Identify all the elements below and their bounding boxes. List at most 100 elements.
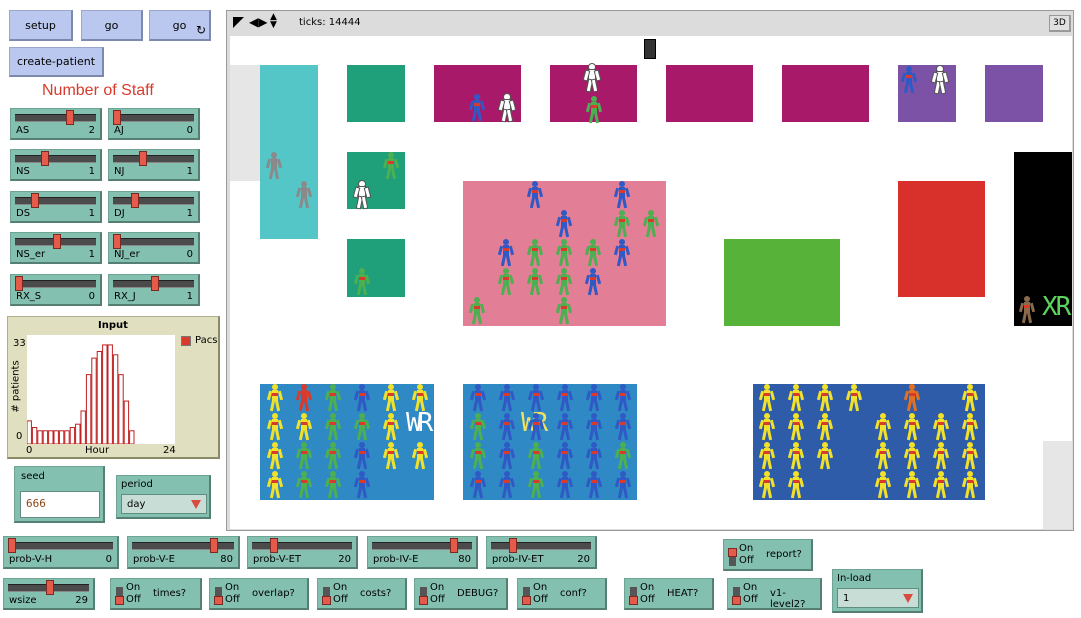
person-agent: [498, 384, 516, 412]
slider-prob-iv-et[interactable]: prob-IV-ET 20: [486, 536, 597, 569]
person-agent: [555, 268, 573, 296]
slider-value: 0: [88, 291, 95, 302]
histogram-bar: [118, 374, 124, 445]
world-canvas[interactable]: XR WR WR: [230, 36, 1072, 529]
slider-label: DS: [16, 208, 31, 219]
slider-thumb[interactable]: [139, 151, 147, 166]
slider-as[interactable]: AS 2: [10, 108, 102, 140]
switch-label: DEBUG?: [457, 588, 499, 599]
histogram-bar: [80, 410, 86, 445]
histogram-bar: [96, 351, 103, 445]
person-agent: [584, 268, 602, 296]
switch-nub: [214, 596, 223, 605]
go-forever-button[interactable]: go ↻: [149, 10, 211, 41]
slider-wsize[interactable]: wsize 29: [3, 578, 95, 610]
switch-nub: [322, 596, 331, 605]
person-agent: [469, 384, 487, 412]
slider-value: 0: [186, 125, 193, 136]
switch-heat[interactable]: On Off HEAT?: [624, 578, 714, 610]
slider-thumb[interactable]: [509, 538, 517, 553]
slider-nj-er[interactable]: NJ_er 0: [108, 232, 200, 264]
slider-thumb[interactable]: [450, 538, 458, 553]
slider-rx-s[interactable]: RX_S 0: [10, 274, 102, 306]
zoom-icon[interactable]: [233, 17, 244, 28]
person-agent: [324, 384, 342, 412]
setup-button[interactable]: setup: [9, 10, 73, 41]
legend-label: Pacs: [195, 335, 218, 346]
switch-v1-level2[interactable]: On Off v1-level2?: [727, 578, 822, 610]
switch-on-label: On: [225, 582, 240, 593]
room-green-1: [347, 65, 405, 122]
slider-thumb[interactable]: [113, 234, 121, 249]
slider-rx-j[interactable]: RX_J 1: [108, 274, 200, 306]
seed-input-box[interactable]: seed 666: [14, 466, 105, 523]
slider-thumb[interactable]: [8, 538, 16, 553]
histogram-bar: [91, 357, 97, 445]
person-agent: [556, 384, 574, 412]
seed-label: seed: [21, 471, 45, 482]
slider-nj[interactable]: NJ 1: [108, 149, 200, 181]
slider-label: NJ_er: [114, 249, 140, 260]
slider-thumb[interactable]: [270, 538, 278, 553]
switch-on-label: On: [533, 582, 548, 593]
slider-thumb[interactable]: [31, 193, 39, 208]
seed-field[interactable]: 666: [20, 491, 100, 518]
slider-thumb[interactable]: [210, 538, 218, 553]
person-agent: [613, 210, 631, 238]
go-button[interactable]: go: [81, 10, 143, 41]
switch-nub: [629, 596, 638, 605]
slider-prob-v-et[interactable]: prob-V-ET 20: [247, 536, 358, 569]
plot-ymax-label: 33: [13, 338, 26, 349]
slider-prob-v-e[interactable]: prob-V-E 80: [127, 536, 240, 569]
3d-button[interactable]: 3D: [1049, 15, 1071, 32]
switch-debug[interactable]: On Off DEBUG?: [414, 578, 508, 610]
input-plot: Input 33 0 # patients 0 Hour 24 Pacs: [7, 316, 220, 459]
slider-track: [113, 114, 194, 122]
slider-thumb[interactable]: [53, 234, 61, 249]
slider-thumb[interactable]: [46, 580, 54, 595]
person-agent: [556, 413, 574, 441]
person-agent: [903, 384, 921, 412]
chevron-down-icon: [903, 594, 913, 603]
slider-track: [15, 197, 96, 205]
slider-ns-er[interactable]: NS_er 1: [10, 232, 102, 264]
person-agent: [874, 442, 892, 470]
person-agent: [932, 471, 950, 499]
inload-chooser[interactable]: In-load 1: [832, 569, 923, 613]
slider-prob-iv-e[interactable]: prob-IV-E 80: [367, 536, 478, 569]
person-agent: [758, 413, 776, 441]
person-agent: [526, 181, 544, 209]
slider-thumb[interactable]: [131, 193, 139, 208]
horizontal-arrows-icon[interactable]: ◀▶: [249, 16, 267, 28]
wr-label-1: WR: [406, 408, 433, 438]
slider-dj[interactable]: DJ 1: [108, 191, 200, 223]
slider-thumb[interactable]: [151, 276, 159, 291]
person-agent: [324, 442, 342, 470]
person-agent: [787, 413, 805, 441]
person-agent: [961, 413, 979, 441]
inload-dropdown[interactable]: 1: [837, 588, 919, 608]
switch-costs[interactable]: On Off costs?: [317, 578, 407, 610]
slider-thumb[interactable]: [113, 110, 121, 125]
slider-thumb[interactable]: [66, 110, 74, 125]
switch-nub: [728, 548, 737, 557]
period-label: period: [121, 479, 153, 490]
slider-thumb[interactable]: [15, 276, 23, 291]
person-agent: [498, 413, 516, 441]
switch-overlap[interactable]: On Off overlap?: [209, 578, 309, 610]
create-patient-button[interactable]: create-patient: [9, 47, 104, 77]
switch-off-label: Off: [640, 594, 655, 605]
slider-thumb[interactable]: [41, 151, 49, 166]
switch-times[interactable]: On Off times?: [110, 578, 202, 610]
switch-track: [732, 587, 741, 605]
slider-prob-v-h[interactable]: prob-V-H 0: [3, 536, 119, 569]
slider-ds[interactable]: DS 1: [10, 191, 102, 223]
vertical-arrows-icon[interactable]: ▲ ▼: [270, 13, 277, 30]
slider-aj[interactable]: AJ 0: [108, 108, 200, 140]
switch-conf[interactable]: On Off conf?: [517, 578, 607, 610]
period-dropdown[interactable]: day: [121, 494, 207, 514]
person-agent: [266, 413, 284, 441]
period-chooser[interactable]: period day: [116, 475, 211, 519]
switch-report[interactable]: On Off report?: [723, 539, 813, 571]
slider-ns[interactable]: NS 1: [10, 149, 102, 181]
